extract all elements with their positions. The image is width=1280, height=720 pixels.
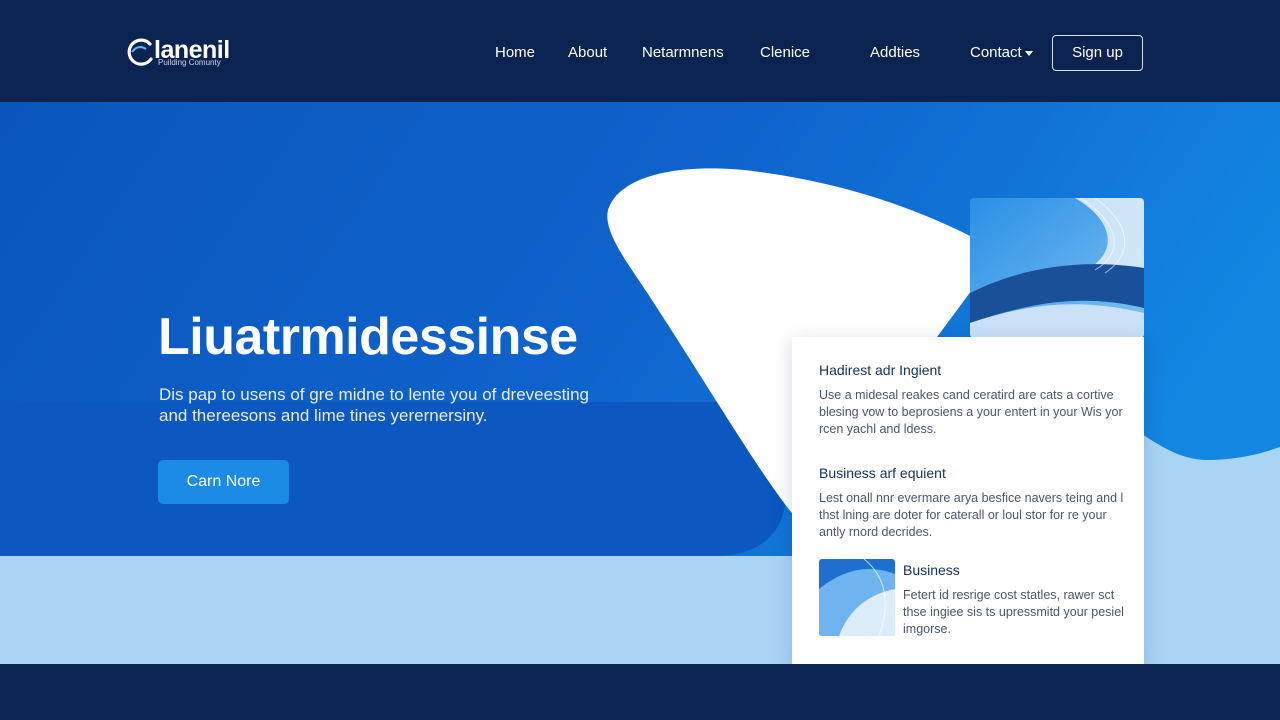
nav-contact-dropdown[interactable]: Contact bbox=[970, 44, 1033, 62]
footer-band bbox=[0, 664, 1280, 720]
card-heading-3: Business bbox=[903, 562, 960, 578]
brand-logo[interactable]: lanenil Puilding Comunty bbox=[124, 34, 254, 74]
abstract-wave-illustration bbox=[970, 198, 1144, 338]
brand-tagline: Puilding Comunty bbox=[158, 58, 221, 67]
card-text-3: Fetert id resrige cost statles, rawer sc… bbox=[903, 588, 1124, 636]
logo-mark-icon bbox=[127, 38, 153, 66]
learn-more-button[interactable]: Carn Nore bbox=[158, 460, 289, 504]
nav-about[interactable]: About bbox=[568, 44, 607, 62]
feature-card: Hadirest adr Ingient Use a midesal reake… bbox=[792, 337, 1144, 664]
nav-home[interactable]: Home bbox=[495, 44, 535, 62]
abstract-architecture-image bbox=[970, 198, 1144, 338]
nav-netarmnens[interactable]: Netarmnens bbox=[642, 44, 724, 62]
abstract-thumbnail-illustration bbox=[819, 559, 895, 636]
sign-up-button[interactable]: Sign up bbox=[1052, 35, 1143, 71]
business-thumbnail-image bbox=[819, 559, 895, 636]
card-heading-1: Hadirest adr Ingient bbox=[819, 362, 942, 378]
nav-contact-label: Contact bbox=[970, 44, 1022, 61]
card-text-1: Use a midesal reakes cand ceratird are c… bbox=[819, 388, 1123, 436]
hero-title: Liuatrmidessinse bbox=[158, 308, 578, 366]
nav-clenice[interactable]: Clenice bbox=[760, 44, 810, 62]
chevron-down-icon bbox=[1024, 50, 1033, 56]
nav-addties[interactable]: Addties bbox=[870, 44, 920, 62]
card-text-2: Lest onall nnr evermare arya besfice nav… bbox=[819, 491, 1124, 539]
site-header: lanenil Puilding Comunty Home About Neta… bbox=[0, 0, 1280, 102]
card-heading-2: Business arf equient bbox=[819, 465, 946, 481]
hero-description: Dis pap to usens of gre midne to lente y… bbox=[159, 385, 589, 425]
